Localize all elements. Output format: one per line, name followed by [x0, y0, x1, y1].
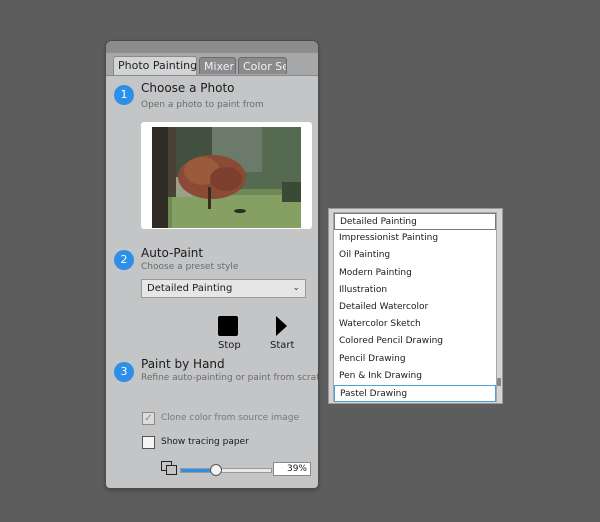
step-1-subtitle: Open a photo to paint from — [141, 100, 264, 110]
dropdown-item[interactable]: Colored Pencil Drawing — [334, 333, 496, 350]
tab-photo-painting[interactable]: Photo Painting — [113, 56, 197, 75]
step-2-title: Auto-Paint — [141, 246, 204, 260]
dropdown-item[interactable]: Watercolor Sketch — [334, 316, 496, 333]
dropdown-item[interactable]: Impressionist Painting — [334, 230, 496, 247]
preset-style-list: Detailed Painting Impressionist Painting O… — [333, 212, 497, 402]
dropdown-item[interactable]: Pencil Drawing — [334, 351, 496, 368]
step-3-badge: 3 — [114, 362, 134, 382]
step-3-subtitle: Refine auto-painting or paint from scrat… — [141, 373, 318, 383]
stop-icon[interactable] — [218, 316, 238, 336]
clone-color-checkbox[interactable]: ✓ — [142, 412, 155, 425]
panel-tabs: Photo Painting Mixer Color Se — [106, 53, 318, 76]
tab-color-set[interactable]: Color Se — [238, 57, 287, 74]
photo-painting-panel: Photo Painting Mixer Color Se 1 Choose a… — [106, 41, 318, 488]
clone-color-label: Clone color from source image — [161, 413, 300, 423]
source-photo-image — [152, 127, 301, 228]
preset-style-value: Detailed Painting — [147, 283, 233, 294]
dropdown-scroll-handle[interactable] — [497, 378, 501, 386]
step-1-badge: 1 — [114, 85, 134, 105]
start-button-label[interactable]: Start — [270, 340, 294, 351]
tracing-paper-label: Show tracing paper — [161, 437, 249, 447]
preset-style-dropdown: Detailed Painting Impressionist Painting O… — [328, 208, 503, 404]
dropdown-item[interactable]: Pen & Ink Drawing — [334, 368, 496, 385]
dropdown-item[interactable]: Illustration — [334, 282, 496, 299]
tab-mixer[interactable]: Mixer — [199, 57, 236, 74]
dropdown-item[interactable]: Detailed Watercolor — [334, 299, 496, 316]
zoom-slider-thumb[interactable] — [210, 464, 223, 476]
dropdown-item[interactable]: Modern Painting — [334, 265, 496, 282]
step-3-title: Paint by Hand — [141, 357, 225, 371]
step-2-badge: 2 — [114, 250, 134, 270]
source-photo — [152, 127, 301, 228]
preset-style-select[interactable]: Detailed Painting ⌄ — [141, 279, 306, 298]
tracing-paper-checkbox[interactable] — [142, 436, 155, 449]
chevron-down-icon: ⌄ — [292, 283, 300, 293]
zoom-value-field[interactable]: 39% — [273, 462, 311, 476]
start-icon[interactable] — [276, 316, 287, 336]
step-1-title: Choose a Photo — [141, 81, 235, 95]
stop-button-label[interactable]: Stop — [218, 340, 241, 351]
zoom-icon — [161, 461, 177, 475]
zoom-slider[interactable] — [180, 468, 272, 473]
dropdown-item[interactable]: Oil Painting — [334, 247, 496, 264]
step-2-subtitle: Choose a preset style — [141, 262, 239, 272]
dropdown-item[interactable]: Pastel Drawing — [334, 385, 496, 402]
dropdown-item[interactable]: Detailed Painting — [334, 213, 496, 230]
photo-preview[interactable] — [141, 122, 312, 229]
